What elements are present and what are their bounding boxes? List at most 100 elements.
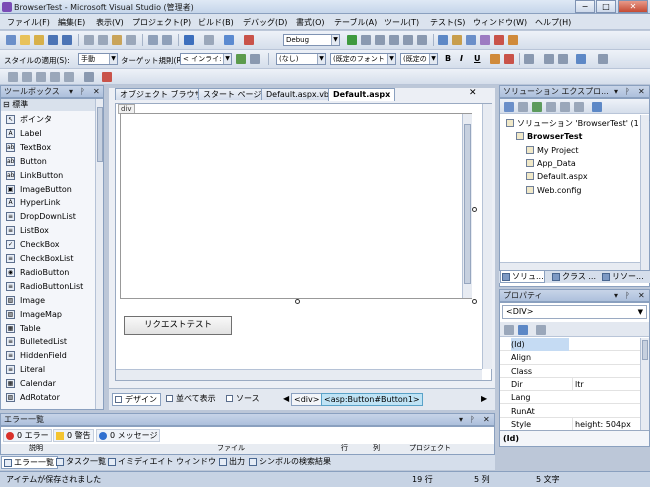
- menu-help[interactable]: ヘルプ(H): [535, 17, 571, 28]
- redo-icon[interactable]: [204, 35, 214, 45]
- delete-icon[interactable]: [126, 35, 136, 45]
- menu-build[interactable]: ビルド(B): [198, 17, 234, 28]
- web-config-icon[interactable]: [592, 102, 602, 112]
- design-surface[interactable]: div リクエストテスト: [115, 103, 492, 381]
- solution-scrollbar[interactable]: [640, 115, 649, 273]
- editor-horizontal-scrollbar[interactable]: [116, 369, 482, 380]
- tab-immediate-window[interactable]: イミディエイト ウィンドウ: [106, 456, 216, 469]
- close-button[interactable]: ✕: [618, 0, 648, 13]
- toolbox-item[interactable]: ab LinkButton: [1, 169, 95, 183]
- comment-icon[interactable]: [148, 35, 158, 45]
- breadcrumb-next-icon[interactable]: ▶: [481, 394, 487, 403]
- property-row[interactable]: Class: [500, 365, 640, 378]
- solution-tree-item[interactable]: ソリューション 'BrowserTest' (1 プロ: [506, 118, 650, 130]
- target-rule-dropdown[interactable]: < インライ: ▼: [180, 53, 232, 65]
- pause-icon[interactable]: [361, 35, 371, 45]
- menu-project[interactable]: プロジェクト(P): [132, 17, 191, 28]
- close-icon[interactable]: ✕: [93, 86, 100, 97]
- property-row[interactable]: (Id): [500, 338, 640, 352]
- solution-tree-item[interactable]: My Project: [526, 145, 579, 157]
- save-icon[interactable]: [48, 35, 58, 45]
- toolbox-item[interactable]: ≡ RadioButtonList: [1, 280, 95, 294]
- toolbox-item[interactable]: ≡ Literal: [1, 363, 95, 377]
- font-color-icon[interactable]: [504, 54, 514, 64]
- view-designer-icon[interactable]: [560, 102, 570, 112]
- toolbox-item[interactable]: ab TextBox: [1, 141, 95, 155]
- column-file[interactable]: ファイル: [217, 444, 245, 453]
- close-document-icon[interactable]: ✕: [469, 88, 477, 98]
- properties-icon[interactable]: [504, 102, 514, 112]
- dropdown-icon[interactable]: ▾: [459, 414, 463, 425]
- scrollbar-thumb[interactable]: [642, 340, 648, 360]
- step-over-icon[interactable]: [403, 35, 413, 45]
- dropdown-icon[interactable]: ▾: [614, 290, 618, 301]
- toolbox-item[interactable]: ≡ BulletedList: [1, 335, 95, 349]
- open-folder-icon[interactable]: [34, 35, 44, 45]
- position-icon[interactable]: [36, 72, 46, 82]
- minimize-button[interactable]: −: [575, 0, 595, 13]
- menu-file[interactable]: ファイル(F): [7, 17, 50, 28]
- pin-icon[interactable]: ᚹ: [625, 86, 630, 97]
- italic-button[interactable]: I: [460, 54, 463, 63]
- div-scrollbar[interactable]: [462, 114, 472, 298]
- more-formatting-icon[interactable]: [598, 54, 608, 64]
- stop-icon[interactable]: [375, 35, 385, 45]
- errors-filter-button[interactable]: 0 エラー: [3, 429, 52, 442]
- property-object-selector[interactable]: <DIV> ▼: [502, 305, 647, 319]
- scrollbar-thumb[interactable]: [464, 124, 471, 284]
- menu-test[interactable]: テスト(S): [430, 17, 465, 28]
- add-item-icon[interactable]: [20, 35, 30, 45]
- font-name-dropdown[interactable]: (既定のフォント ▼: [330, 53, 396, 65]
- nest-files-icon[interactable]: [574, 102, 584, 112]
- toolbox-item[interactable]: ≡ HiddenField: [1, 349, 95, 363]
- source-view-tab[interactable]: ソース: [224, 393, 260, 406]
- pin-icon[interactable]: ᚹ: [470, 414, 475, 425]
- close-icon[interactable]: ✕: [638, 86, 645, 97]
- tab-solution-explorer[interactable]: ソリュ...: [500, 271, 545, 283]
- solution-config-dropdown[interactable]: Debug ▼: [283, 34, 340, 46]
- style-options-icon[interactable]: [250, 54, 260, 64]
- layout-icon[interactable]: [8, 72, 18, 82]
- toolbox-item[interactable]: ≡ CheckBoxList: [1, 252, 95, 266]
- tab-resource-view[interactable]: リソー...: [601, 271, 644, 283]
- alphabetical-icon[interactable]: [518, 325, 528, 335]
- hyperlink-icon[interactable]: [576, 54, 586, 64]
- tab-default-aspx[interactable]: Default.aspx: [328, 88, 396, 101]
- menu-table[interactable]: テーブル(A): [334, 17, 377, 28]
- tab-class-view[interactable]: クラス ...: [551, 271, 596, 283]
- tab-default-aspx-vb[interactable]: Default.aspx.vb: [261, 88, 335, 100]
- breadcrumb-button1[interactable]: <asp:Button#Button1>: [321, 393, 423, 406]
- property-value[interactable]: ltr: [572, 377, 640, 391]
- div-container[interactable]: [120, 113, 472, 299]
- tab-start-page[interactable]: スタート ページ: [198, 88, 267, 100]
- editor-vertical-scrollbar[interactable]: [482, 104, 492, 369]
- maximize-button[interactable]: □: [596, 0, 616, 13]
- uncomment-icon[interactable]: [162, 35, 172, 45]
- extra-menu-icon[interactable]: [102, 72, 112, 82]
- lock-icon[interactable]: [64, 72, 74, 82]
- object-browser-icon[interactable]: [480, 35, 490, 45]
- new-project-icon[interactable]: [6, 35, 16, 45]
- breadcrumb-div[interactable]: <div>: [291, 393, 323, 406]
- column-description[interactable]: 説明: [29, 444, 43, 453]
- property-row[interactable]: RunAt: [500, 405, 640, 418]
- toolbox-item[interactable]: ≡ ListBox: [1, 224, 95, 238]
- resize-handle[interactable]: [472, 299, 477, 304]
- toolbox-item[interactable]: ▣ ImageButton: [1, 183, 95, 197]
- toolbox-group-standard[interactable]: ⊟ 標準: [1, 99, 95, 111]
- toolbox-item[interactable]: ✓ CheckBox: [1, 238, 95, 252]
- tab-error-list[interactable]: エラー一覧: [1, 456, 58, 469]
- style-apply-dropdown[interactable]: 手動 ▼: [78, 53, 118, 65]
- align-icon[interactable]: [524, 54, 534, 64]
- toolbox-item[interactable]: ≡ DropDownList: [1, 210, 95, 224]
- toolbox-scrollbar[interactable]: [95, 99, 103, 409]
- properties-scrollbar[interactable]: [640, 338, 649, 430]
- resize-handle[interactable]: [295, 299, 300, 304]
- tab-object-browser[interactable]: オブジェクト ブラウザ: [115, 88, 208, 100]
- toolbox-item[interactable]: ▨ Image: [1, 294, 95, 308]
- new-style-icon[interactable]: [236, 54, 246, 64]
- column-col[interactable]: 列: [373, 444, 380, 453]
- toolbox-item[interactable]: ◉ RadioButton: [1, 266, 95, 280]
- underline-button[interactable]: U: [474, 54, 481, 63]
- show-all-files-icon[interactable]: [518, 102, 528, 112]
